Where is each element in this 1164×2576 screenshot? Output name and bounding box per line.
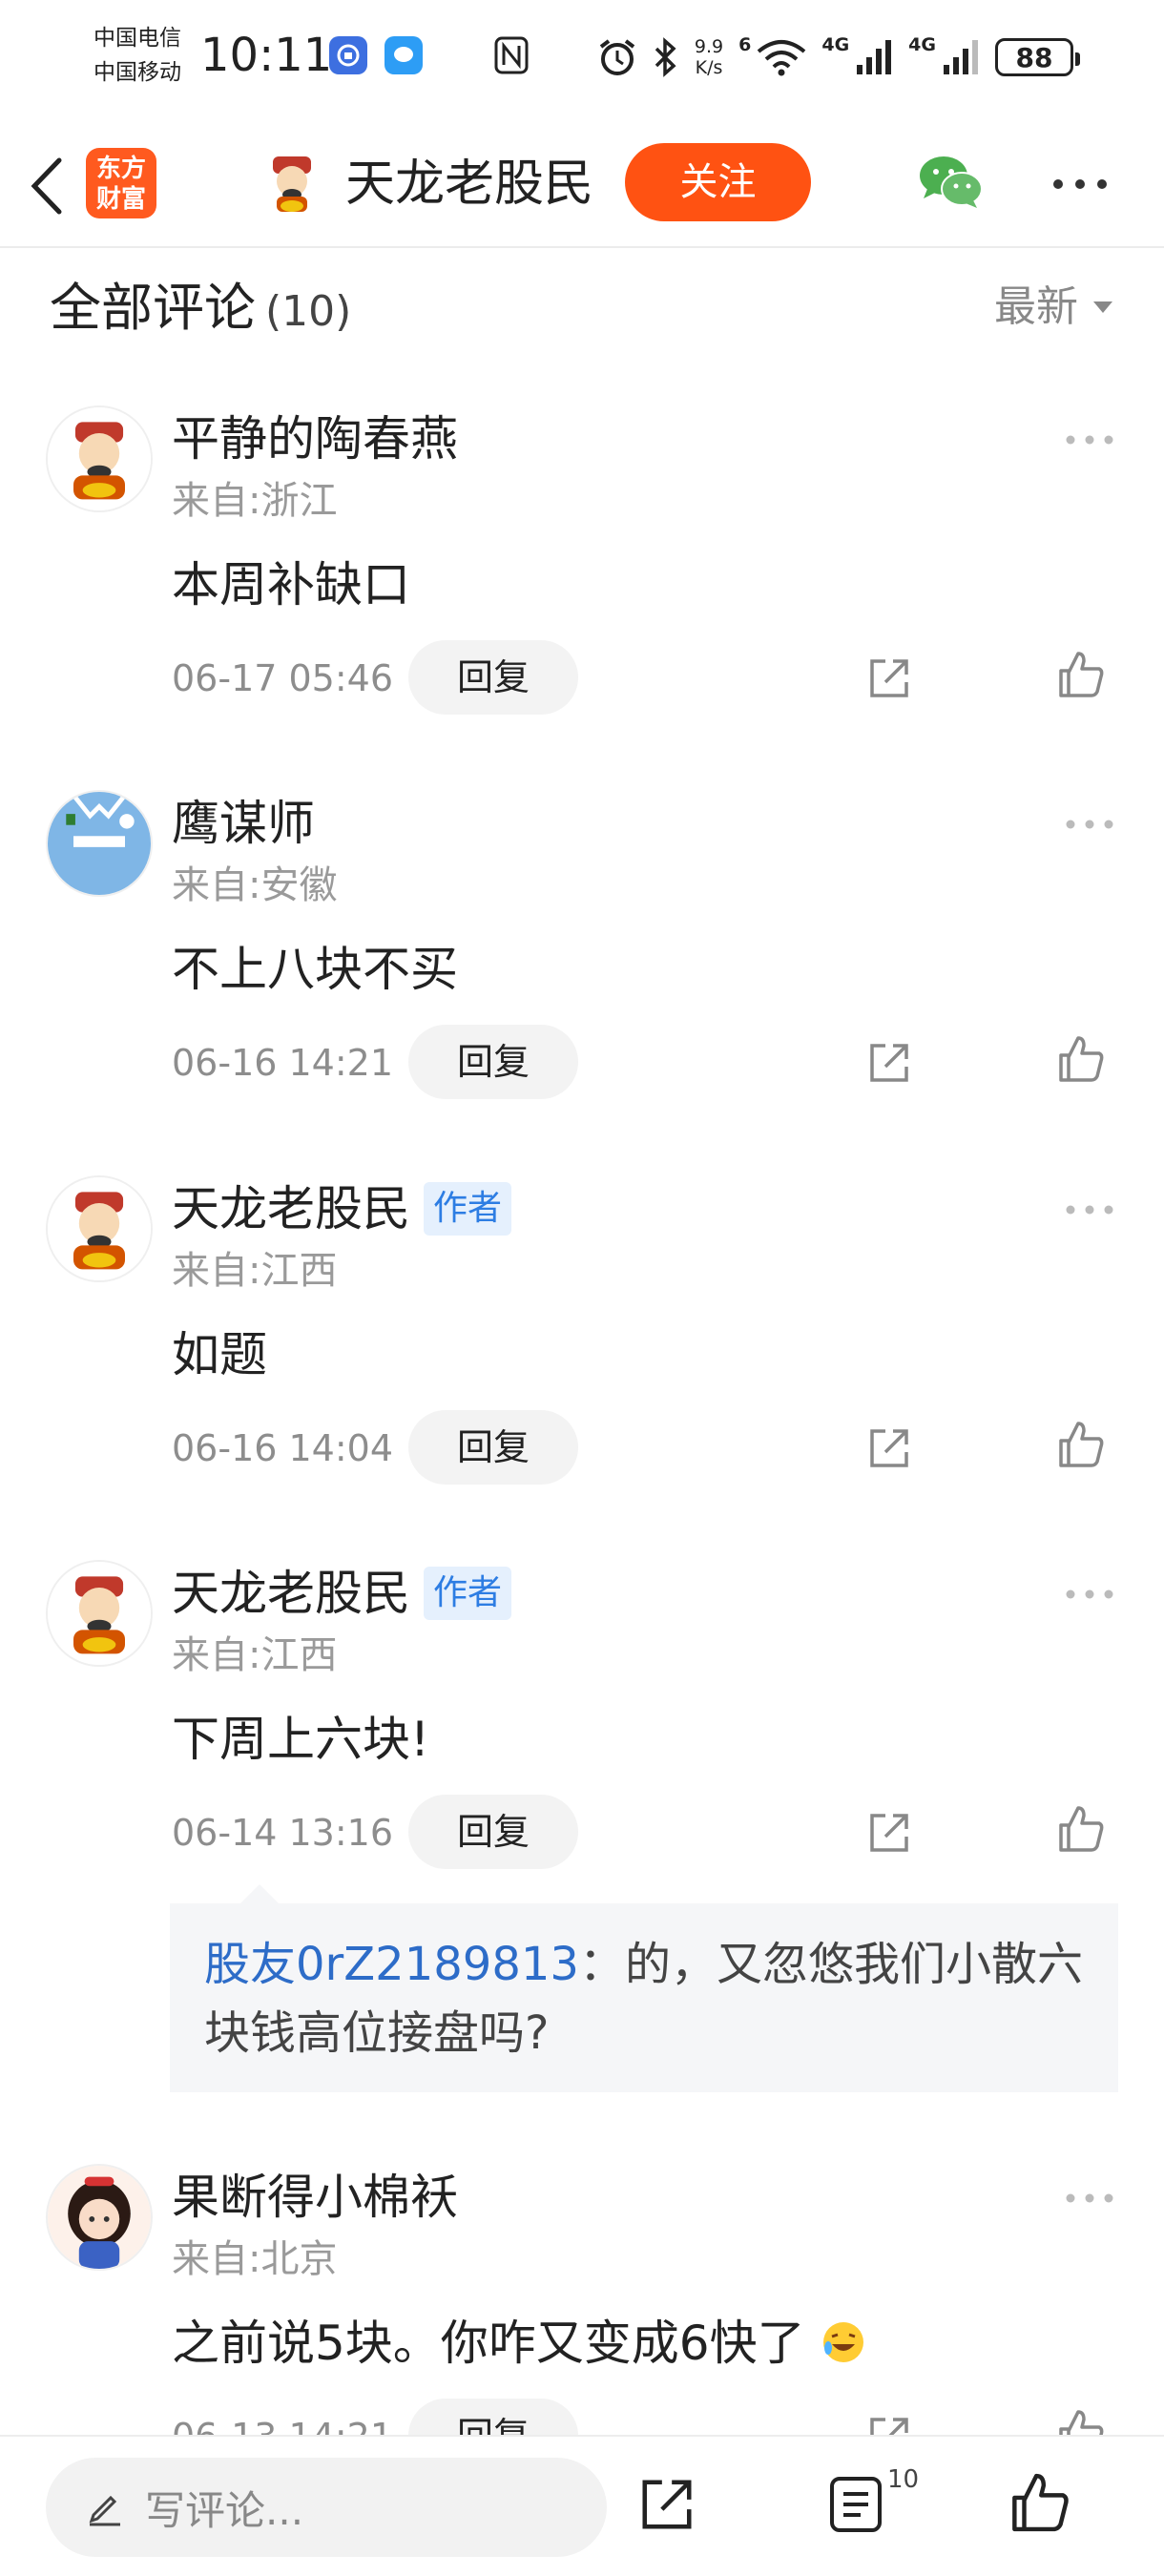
comment-author[interactable]: 天龙老股民 作者 (172, 1560, 512, 1627)
comment-text: 之前说5块。你咋又变成6快了 (172, 2309, 866, 2378)
comment-input-placeholder: 写评论... (145, 2486, 304, 2534)
sort-label: 最新 (994, 282, 1078, 331)
pencil-icon (89, 2495, 120, 2526)
author-badge: 作者 (424, 1567, 512, 1620)
more-icon[interactable] (1065, 1204, 1114, 1215)
laughing-emoji-icon (822, 2322, 863, 2362)
comment-time: 06-13 14:21 (172, 2408, 393, 2435)
comment-time: 06-17 05:46 (172, 657, 394, 699)
comment-time: 06-14 13:16 (172, 1812, 394, 1854)
status-bar: 中国电信 中国移动 10:11 9.9 K/s 6 4G 4G 88 (0, 0, 1164, 114)
signal2-tag: 4G (908, 34, 936, 55)
comment-text: 下周上六块! (172, 1712, 430, 1767)
thumbs-up-icon[interactable] (1057, 1804, 1105, 1854)
comment-item: 平静的陶春燕 来自:浙江 本周补缺口 06-17 05:46 回复 (0, 405, 1164, 730)
carrier-labels: 中国电信 中国移动 (94, 21, 181, 90)
share-icon[interactable] (866, 2414, 912, 2435)
comment-author[interactable]: 鹰谋师 (172, 790, 315, 857)
message-app-icon (385, 36, 423, 74)
signal-icon (944, 40, 978, 74)
quote-pointer (240, 1884, 279, 1903)
nfc-icon (494, 36, 529, 74)
comment-location: 来自:浙江 (172, 479, 338, 523)
header-author-name[interactable]: 天龙老股民 (345, 151, 593, 218)
share-icon[interactable] (866, 655, 912, 701)
top-nav-bar: 东方 财富 天龙老股民 关注 (0, 124, 1164, 248)
wifi-icon (758, 40, 806, 76)
battery-indicator: 88 (995, 38, 1080, 76)
comment-item: 鹰谋师 来自:安徽 不上八块不买 06-16 14:21 回复 (0, 790, 1164, 1114)
comment-list-icon[interactable] (828, 2475, 883, 2534)
avatar[interactable] (46, 2164, 153, 2271)
comment-text: 本周补缺口 (172, 557, 410, 613)
share-icon[interactable] (866, 1810, 912, 1856)
share-icon[interactable] (866, 1425, 912, 1471)
quoted-reply-user[interactable]: 股友0rZ2189813 (204, 1938, 579, 1991)
more-icon[interactable] (1051, 177, 1109, 191)
sort-dropdown[interactable]: 最新 (994, 277, 1114, 338)
thumbs-up-icon[interactable] (1057, 1034, 1105, 1084)
carrier-1: 中国电信 (94, 26, 181, 51)
author-badge: 作者 (424, 1182, 512, 1236)
follow-button[interactable]: 关注 (625, 143, 811, 221)
more-icon[interactable] (1065, 2192, 1114, 2204)
thumbs-up-icon[interactable] (1057, 1420, 1105, 1469)
comment-time: 06-16 14:21 (172, 1042, 394, 1084)
more-icon[interactable] (1065, 819, 1114, 830)
status-indicators: 9.9 K/s 6 4G 4G 88 (597, 29, 1080, 86)
comment-location: 来自:江西 (172, 1249, 338, 1293)
comment-input[interactable]: 写评论... (46, 2458, 607, 2557)
reply-button[interactable]: 回复 (408, 1795, 578, 1869)
avatar[interactable] (46, 1560, 153, 1667)
share-icon[interactable] (866, 1040, 912, 1086)
comments-count: (10) (265, 287, 352, 336)
wechat-icon[interactable] (918, 153, 985, 210)
comment-location: 来自:安徽 (172, 863, 338, 907)
avatar[interactable] (46, 1175, 153, 1282)
wifi-tag: 6 (738, 34, 752, 55)
net-speed: 9.9 K/s (694, 36, 724, 78)
comment-author[interactable]: 天龙老股民 作者 (172, 1175, 512, 1242)
comment-count-badge: 10 (887, 2465, 920, 2494)
comment-item: 天龙老股民 作者 来自:江西 下周上六块! 06-14 13:16 回复 股友0r… (0, 1560, 1164, 2104)
status-time: 10:11 (200, 29, 333, 82)
thumbs-up-icon[interactable] (1057, 650, 1105, 699)
signal-icon (857, 40, 892, 74)
avatar[interactable] (46, 790, 153, 897)
avatar[interactable] (46, 405, 153, 512)
bluetooth-icon (655, 37, 676, 77)
comment-author[interactable]: 平静的陶春燕 (172, 405, 458, 472)
carrier-2: 中国移动 (94, 60, 181, 85)
comment-location: 来自:北京 (172, 2237, 338, 2281)
thumbs-up-icon[interactable] (1057, 2408, 1105, 2435)
quoted-reply[interactable]: 股友0rZ2189813：的，又忽悠我们小散六块钱高位接盘吗? (170, 1903, 1118, 2092)
comments-title: 全部评论 (10) (50, 278, 352, 338)
more-icon[interactable] (1065, 1589, 1114, 1600)
comment-author[interactable]: 果断得小棉袄 (172, 2164, 458, 2231)
reply-button[interactable]: 回复 (408, 2399, 578, 2435)
back-arrow-icon[interactable] (21, 153, 74, 219)
share-icon[interactable] (637, 2475, 696, 2534)
comment-item: 果断得小棉袄 来自:北京 之前说5块。你咋又变成6快了 06-13 14:21 … (0, 2164, 1164, 2435)
reply-button[interactable]: 回复 (408, 640, 578, 715)
comment-time: 06-16 14:04 (172, 1427, 394, 1469)
signal1-tag: 4G (821, 34, 850, 55)
comment-location: 来自:江西 (172, 1633, 338, 1677)
comment-text: 不上八块不买 (172, 942, 458, 997)
comment-item: 天龙老股民 作者 来自:江西 如题 06-16 14:04 回复 (0, 1175, 1164, 1500)
bottom-action-bar: 写评论... 10 (0, 2435, 1164, 2576)
thumbs-up-icon[interactable] (1009, 2471, 1070, 2534)
shield-app-icon (329, 36, 367, 74)
comment-text: 如题 (172, 1327, 267, 1382)
reply-button[interactable]: 回复 (408, 1410, 578, 1485)
avatar[interactable] (260, 151, 324, 216)
more-icon[interactable] (1065, 434, 1114, 446)
caret-down-icon (1093, 301, 1112, 313)
alarm-icon (599, 39, 635, 75)
app-logo[interactable]: 东方 财富 (86, 148, 156, 218)
reply-button[interactable]: 回复 (408, 1025, 578, 1099)
